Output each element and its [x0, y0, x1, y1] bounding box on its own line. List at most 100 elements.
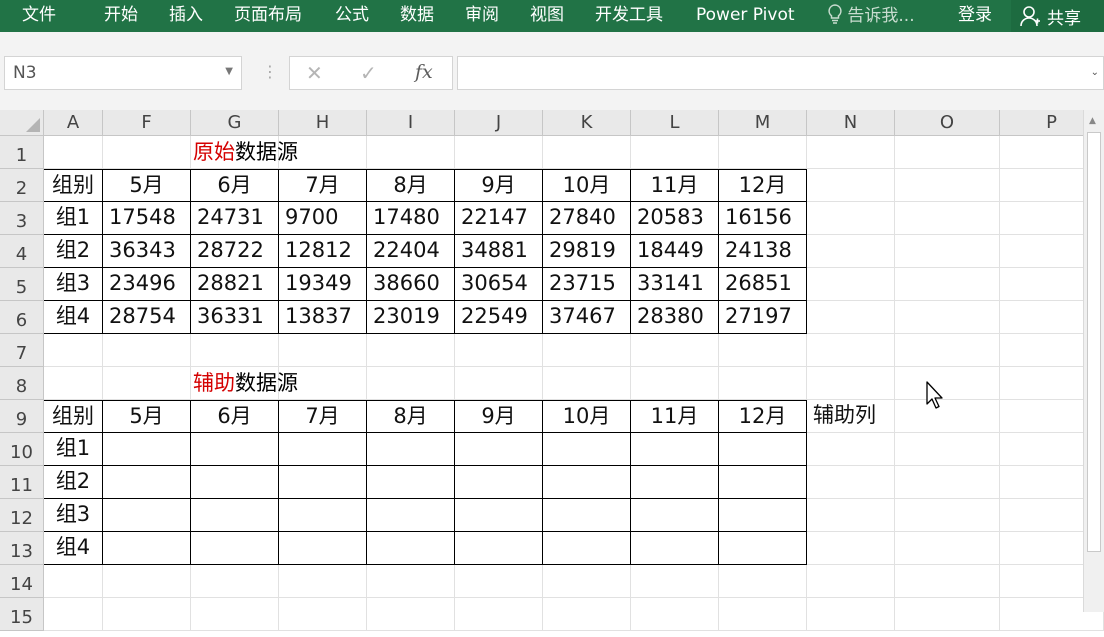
grid-cell[interactable] — [895, 268, 1000, 301]
grid-cell[interactable] — [631, 565, 719, 598]
grid-cell[interactable] — [719, 334, 807, 367]
helper-table-value-cell[interactable] — [191, 499, 279, 532]
helper-table-value-cell[interactable] — [103, 433, 191, 466]
helper-table-value-cell[interactable] — [543, 532, 631, 565]
source-table-row-label[interactable]: 组1 — [44, 202, 103, 235]
source-table-header-month[interactable]: 11月 — [631, 169, 719, 202]
grid-cell[interactable] — [895, 565, 1000, 598]
grid-cell[interactable] — [895, 598, 1000, 631]
grid-cell[interactable] — [103, 367, 191, 400]
grid-cell[interactable] — [44, 367, 103, 400]
helper-table-value-cell[interactable] — [543, 433, 631, 466]
column-header-h[interactable]: H — [279, 110, 367, 136]
helper-table-row-label[interactable]: 组4 — [44, 532, 103, 565]
grid-cell[interactable] — [807, 598, 895, 631]
column-header-k[interactable]: K — [543, 110, 631, 136]
source-table-header-month[interactable]: 8月 — [367, 169, 455, 202]
helper-table-row-label[interactable]: 组1 — [44, 433, 103, 466]
source-table-value-cell[interactable]: 28821 — [191, 268, 279, 301]
grid-cell[interactable] — [279, 334, 367, 367]
grid-cell[interactable] — [895, 334, 1000, 367]
grid-cell[interactable] — [807, 367, 895, 400]
source-table-value-cell[interactable]: 24731 — [191, 202, 279, 235]
column-header-m[interactable]: M — [719, 110, 807, 136]
grid-cell[interactable] — [895, 235, 1000, 268]
source-table-value-cell[interactable]: 29819 — [543, 235, 631, 268]
share-button[interactable]: 共享 — [1011, 0, 1104, 32]
grid-cell[interactable] — [543, 136, 631, 169]
helper-table-value-cell[interactable] — [103, 532, 191, 565]
grid-cell[interactable] — [807, 136, 895, 169]
grid-cell[interactable] — [44, 598, 103, 631]
helper-table-value-cell[interactable] — [279, 466, 367, 499]
source-table-value-cell[interactable]: 17480 — [367, 202, 455, 235]
formula-input[interactable]: ⌄ — [457, 56, 1104, 90]
source-table-value-cell[interactable]: 27840 — [543, 202, 631, 235]
helper-table-value-cell[interactable] — [719, 433, 807, 466]
source-table-value-cell[interactable]: 23715 — [543, 268, 631, 301]
helper-table-value-cell[interactable] — [455, 532, 543, 565]
column-header-j[interactable]: J — [455, 110, 543, 136]
source-table-value-cell[interactable]: 16156 — [719, 202, 807, 235]
tab-formulas[interactable]: 公式 — [335, 4, 369, 26]
tab-home[interactable]: 开始 — [104, 4, 138, 26]
splitter-handle-icon[interactable]: ⋮ — [262, 62, 278, 81]
row-header-12[interactable]: 12 — [0, 499, 44, 532]
helper-table-header-month[interactable]: 7月 — [279, 400, 367, 433]
grid-cell[interactable] — [103, 334, 191, 367]
source-table-row-label[interactable]: 组4 — [44, 301, 103, 334]
helper-column-label[interactable]: 辅助列 — [807, 400, 895, 433]
grid-cell[interactable] — [543, 565, 631, 598]
insert-function-icon[interactable]: fx — [415, 61, 433, 83]
source-table-header-month[interactable]: 12月 — [719, 169, 807, 202]
helper-table-value-cell[interactable] — [455, 433, 543, 466]
helper-table-value-cell[interactable] — [631, 433, 719, 466]
tab-power-pivot[interactable]: Power Pivot — [696, 4, 795, 26]
grid-cell[interactable] — [807, 334, 895, 367]
grid-cell[interactable] — [895, 136, 1000, 169]
helper-table-value-cell[interactable] — [631, 499, 719, 532]
source-table-value-cell[interactable]: 19349 — [279, 268, 367, 301]
helper-table-value-cell[interactable] — [367, 433, 455, 466]
grid-cell[interactable] — [807, 268, 895, 301]
row-header-10[interactable]: 10 — [0, 433, 44, 466]
source-table-value-cell[interactable]: 27197 — [719, 301, 807, 334]
column-header-o[interactable]: O — [895, 110, 1000, 136]
grid-cell[interactable] — [895, 169, 1000, 202]
tell-me-search[interactable]: 告诉我... — [828, 4, 915, 27]
grid-cell[interactable] — [455, 367, 543, 400]
helper-table-header-month[interactable]: 6月 — [191, 400, 279, 433]
source-table-header-month[interactable]: 6月 — [191, 169, 279, 202]
grid-cell[interactable] — [807, 532, 895, 565]
column-header-a[interactable]: A — [44, 110, 103, 136]
source-table-value-cell[interactable]: 18449 — [631, 235, 719, 268]
worksheet-grid[interactable]: A F G H I J K L M N O P 1 2 3 4 5 6 7 8 9 10 11 12 13 14 15 组别 5月 6月 7… — [0, 110, 1104, 631]
helper-table-header-month[interactable]: 9月 — [455, 400, 543, 433]
grid-cell[interactable] — [807, 565, 895, 598]
row-header-13[interactable]: 13 — [0, 532, 44, 565]
grid-cell[interactable] — [631, 334, 719, 367]
grid-cell[interactable] — [895, 466, 1000, 499]
scrollbar-thumb[interactable] — [1087, 132, 1101, 552]
login-link[interactable]: 登录 — [958, 4, 992, 26]
row-header-15[interactable]: 15 — [0, 598, 44, 631]
grid-cell[interactable] — [807, 202, 895, 235]
source-table-header-month[interactable]: 5月 — [103, 169, 191, 202]
tab-insert[interactable]: 插入 — [169, 4, 203, 26]
source-table-value-cell[interactable]: 34881 — [455, 235, 543, 268]
helper-table-value-cell[interactable] — [367, 499, 455, 532]
row-header-14[interactable]: 14 — [0, 565, 44, 598]
helper-table-value-cell[interactable] — [103, 466, 191, 499]
grid-cell[interactable] — [367, 136, 455, 169]
helper-table-value-cell[interactable] — [543, 466, 631, 499]
helper-table-value-cell[interactable] — [191, 532, 279, 565]
helper-table-header-month[interactable]: 8月 — [367, 400, 455, 433]
grid-cell[interactable] — [543, 598, 631, 631]
grid-cell[interactable] — [631, 598, 719, 631]
grid-cell[interactable] — [103, 136, 191, 169]
chevron-down-icon[interactable]: ▼ — [225, 66, 233, 77]
scroll-up-arrow-icon[interactable]: ▲ — [1089, 116, 1096, 126]
grid-cell[interactable] — [191, 334, 279, 367]
helper-table-header-month[interactable]: 5月 — [103, 400, 191, 433]
grid-cell[interactable] — [895, 433, 1000, 466]
